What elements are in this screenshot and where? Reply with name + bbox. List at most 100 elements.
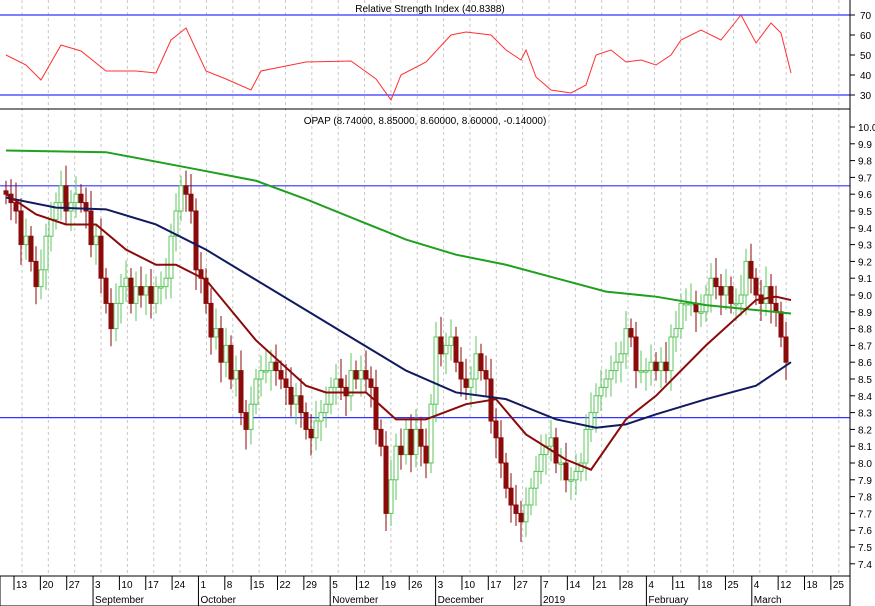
candle-body <box>668 336 674 372</box>
candle-body <box>748 260 754 279</box>
candle <box>643 358 649 391</box>
candle <box>358 355 364 397</box>
candle-body <box>513 504 519 514</box>
x-tick-label: 17 <box>148 580 160 591</box>
candle-body <box>123 277 129 288</box>
price-tick-label: 9.6 <box>858 190 872 201</box>
candle <box>43 223 49 290</box>
candle-body <box>18 210 24 246</box>
price-tick-label: 8.1 <box>858 442 872 453</box>
candle-body <box>738 294 744 304</box>
candle-body <box>408 428 414 456</box>
candle <box>483 355 489 397</box>
candle <box>58 170 64 221</box>
candle-body <box>118 286 124 304</box>
candle-body <box>583 428 589 464</box>
candle-body <box>298 395 304 414</box>
candle-body <box>508 487 514 506</box>
price-tick-label: 7.6 <box>858 526 872 537</box>
candle <box>478 343 484 381</box>
candle-body <box>98 235 104 279</box>
candle <box>508 473 514 523</box>
candle <box>503 452 509 499</box>
ma-line-ma50 <box>5 196 792 429</box>
candle-body <box>388 479 394 514</box>
candle-body <box>78 193 84 204</box>
candle-body <box>248 403 254 430</box>
candle <box>768 274 774 324</box>
candle-body <box>223 344 229 363</box>
candle <box>683 288 689 322</box>
candle-body <box>413 428 419 456</box>
candle <box>378 419 384 457</box>
price-tick-label: 9.4 <box>858 224 872 235</box>
candle-body <box>753 277 759 296</box>
candle-body <box>258 370 264 380</box>
candle-body <box>13 202 19 212</box>
candle <box>618 341 624 383</box>
candle-body <box>48 218 54 237</box>
candle <box>328 377 334 415</box>
candle <box>168 223 174 299</box>
candle <box>23 218 29 260</box>
month-label: October <box>200 595 236 606</box>
candle-body <box>363 370 369 380</box>
x-tick-label: 11 <box>675 580 686 591</box>
candle-body <box>328 386 334 405</box>
price-tick-label: 8.7 <box>858 341 872 352</box>
candle <box>238 350 244 426</box>
candle-body <box>423 445 429 464</box>
candle-body <box>83 202 89 212</box>
candle-body <box>593 395 599 414</box>
candle-body <box>283 378 289 388</box>
candle-body <box>643 370 649 373</box>
candle-body <box>253 378 259 405</box>
month-label: September <box>95 595 145 606</box>
candle-body <box>133 286 139 304</box>
candle-body <box>618 353 624 363</box>
candle <box>143 274 149 316</box>
candle <box>638 350 644 384</box>
candle <box>313 400 319 451</box>
candle-body <box>623 328 629 355</box>
price-tick-label: 8.2 <box>858 425 872 436</box>
candle <box>303 402 309 440</box>
price-tick-label: 7.8 <box>858 493 872 504</box>
x-tick-label: 27 <box>517 580 529 591</box>
candle <box>613 342 619 384</box>
price-tick-label: 9.3 <box>858 241 872 252</box>
candle-body <box>293 395 299 405</box>
candle-body <box>383 445 389 514</box>
candle-body <box>783 336 789 363</box>
candle <box>543 433 549 475</box>
candle-body <box>733 302 739 306</box>
candle-body <box>598 386 604 397</box>
candle <box>398 428 404 470</box>
candle-body <box>518 512 524 523</box>
candle-body <box>93 235 99 246</box>
candle-body <box>443 344 449 355</box>
candle-body <box>568 479 574 482</box>
candle <box>148 268 154 319</box>
price-title: OPAP (8.74000, 8.85000, 8.60000, 8.60000… <box>304 116 547 127</box>
candle <box>783 321 789 380</box>
candle-body <box>658 361 664 372</box>
candle-body <box>28 235 34 262</box>
candle <box>688 283 694 316</box>
candle-body <box>323 403 329 414</box>
candle-body <box>273 361 279 372</box>
candle-body <box>603 378 609 388</box>
candle <box>528 478 534 516</box>
candle <box>53 192 59 230</box>
candle <box>453 326 459 373</box>
candle <box>763 266 769 316</box>
candle <box>573 453 579 495</box>
candle <box>773 285 779 327</box>
candle-body <box>528 487 534 506</box>
candle-body <box>678 302 684 330</box>
candle-body <box>463 378 469 388</box>
candle-body <box>3 190 9 195</box>
x-tick-label: 13 <box>16 580 28 591</box>
candle-body <box>628 328 634 338</box>
x-tick-label: 20 <box>42 580 54 591</box>
